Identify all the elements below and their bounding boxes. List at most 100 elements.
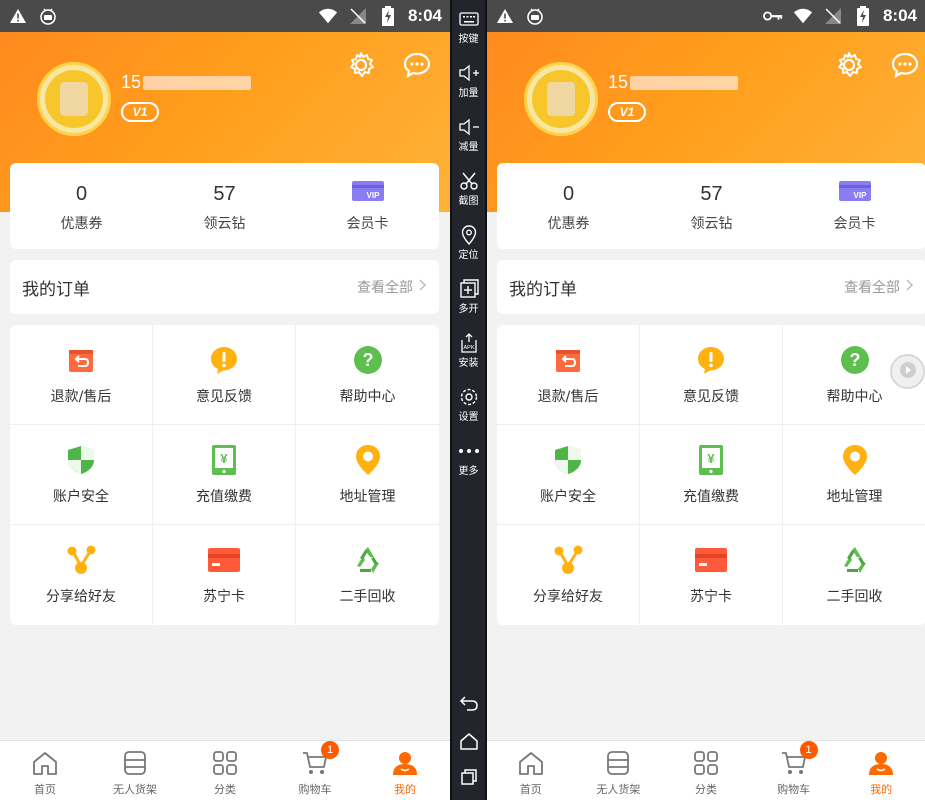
message-icon[interactable] (890, 50, 920, 80)
tab-label: 无人货架 (596, 783, 641, 796)
feedback-icon (695, 344, 727, 376)
tab-cart[interactable]: 1 购物车 (270, 741, 360, 800)
tab-home[interactable]: 首页 (487, 741, 575, 800)
home-icon (517, 749, 545, 777)
cloud-diamond-count: 57 (213, 183, 236, 205)
category-icon (692, 749, 720, 777)
grid-item-share[interactable]: 分享给好友 (497, 525, 640, 625)
tab-category[interactable]: 分类 (180, 741, 270, 800)
floating-play-button[interactable] (890, 354, 925, 389)
message-icon[interactable] (402, 50, 432, 80)
tool-screenshot[interactable]: 截图 (452, 170, 485, 207)
stat-coupons[interactable]: 0 优惠券 (10, 163, 153, 249)
vip-card-icon: VIP (838, 179, 871, 209)
grid-label: 二手回收 (826, 589, 883, 605)
tool-volume-up[interactable]: 加量 (452, 62, 485, 99)
grid-item-recycle[interactable]: 二手回收 (296, 525, 439, 625)
multi-instance-icon (458, 278, 480, 300)
grid-item-account-security[interactable]: 账户安全 (497, 425, 640, 525)
view-all-orders-link[interactable]: 查看全部 (357, 277, 427, 297)
settings-icon[interactable] (834, 50, 864, 80)
settings-icon[interactable] (346, 50, 376, 80)
tab-label: 分类 (214, 783, 236, 796)
no-signal-icon (348, 6, 368, 26)
recharge-icon: ¥ (695, 444, 727, 476)
card-icon (695, 544, 727, 576)
grid-label: 帮助中心 (826, 388, 883, 405)
tool-label: 加量 (458, 88, 479, 99)
tool-label: 截图 (458, 196, 479, 207)
grid-item-address[interactable]: 地址管理 (296, 425, 439, 525)
avatar[interactable] (37, 62, 111, 136)
avatar[interactable] (524, 62, 598, 136)
grid-label: 意见反馈 (196, 388, 252, 405)
tool-location[interactable]: 定位 (452, 224, 485, 261)
avatar-image (547, 82, 575, 116)
grid-item-suning-card[interactable]: 苏宁卡 (153, 525, 296, 625)
grid-label: 苏宁卡 (203, 589, 245, 605)
grid-item-recharge[interactable]: ¥ 充值缴费 (153, 425, 296, 525)
tab-cart[interactable]: 1 购物车 (750, 741, 838, 800)
recharge-icon: ¥ (208, 444, 240, 476)
tab-home[interactable]: 首页 (0, 741, 90, 800)
grid-label: 地址管理 (826, 488, 883, 505)
svg-text:¥: ¥ (220, 451, 228, 466)
tab-profile[interactable]: 我的 (837, 741, 925, 800)
view-all-orders-link[interactable]: 查看全部 (844, 277, 914, 297)
stat-cloud-diamonds[interactable]: 57 领云钻 (640, 163, 783, 249)
svg-text:¥: ¥ (707, 451, 715, 466)
grid-item-share[interactable]: 分享给好友 (10, 525, 153, 625)
home-icon (458, 730, 480, 752)
grid-item-help[interactable]: ? 帮助中心 (296, 325, 439, 425)
phone-number-prefix: 15 (608, 72, 629, 92)
tool-settings[interactable]: 设置 (452, 386, 485, 423)
clock-time: 8:04 (882, 6, 917, 25)
grid-item-feedback[interactable]: 意见反馈 (153, 325, 296, 425)
stat-member-card[interactable]: VIP 会员卡 (783, 163, 925, 249)
grid-item-refund[interactable]: 退款/售后 (10, 325, 153, 425)
tool-home[interactable] (452, 730, 485, 752)
tool-label: 多开 (458, 304, 479, 315)
cloud-diamond-label: 领云钻 (203, 216, 246, 232)
my-orders-row[interactable]: 我的订单 查看全部 (497, 260, 925, 314)
cloud-diamond-count: 57 (700, 183, 723, 205)
stat-coupons[interactable]: 0 优惠券 (497, 163, 640, 249)
tool-label: 安装 (458, 358, 479, 369)
tab-label: 购物车 (777, 783, 811, 796)
grid-item-recharge[interactable]: ¥ 充值缴费 (640, 425, 783, 525)
member-level-badge[interactable]: V1 (608, 102, 646, 122)
stat-member-card[interactable]: VIP 会员卡 (296, 163, 439, 249)
tool-label: 按键 (458, 34, 479, 45)
tool-keymap[interactable]: 按键 (452, 8, 485, 45)
grid-item-address[interactable]: 地址管理 (783, 425, 925, 525)
help-icon: ? (352, 344, 384, 376)
tab-category[interactable]: 分类 (662, 741, 750, 800)
more-icon (458, 440, 480, 462)
tool-more[interactable]: 更多 (452, 440, 485, 477)
wifi-icon (318, 6, 338, 26)
tool-recent-apps[interactable] (452, 766, 485, 788)
bottom-tab-bar: 首页 无人货架 分类 1 购物车 我的 (487, 740, 925, 800)
stat-cloud-diamonds[interactable]: 57 领云钻 (153, 163, 296, 249)
tool-back[interactable] (452, 692, 485, 714)
grid-item-suning-card[interactable]: 苏宁卡 (640, 525, 783, 625)
tool-install-apk[interactable]: APK 安装 (452, 332, 485, 369)
tool-volume-down[interactable]: 减量 (452, 116, 485, 153)
tab-unmanned-shelf[interactable]: 无人货架 (575, 741, 663, 800)
tab-profile[interactable]: 我的 (360, 741, 450, 800)
my-orders-row[interactable]: 我的订单 查看全部 (10, 260, 439, 314)
cart-badge: 1 (321, 741, 339, 759)
member-level-badge[interactable]: V1 (121, 102, 159, 122)
phone-screen-right: 8:04 15 V1 0 优惠券 57 领云钻 VIP 会员卡 我的订单 查看全… (487, 0, 925, 800)
grid-item-refund[interactable]: 退款/售后 (497, 325, 640, 425)
tab-unmanned-shelf[interactable]: 无人货架 (90, 741, 180, 800)
emulator-toolbar: 按键 加量 减量 截图 定位 多开 APK 安装 设置 更多 (450, 0, 487, 800)
tool-multi-instance[interactable]: 多开 (452, 278, 485, 315)
vpn-key-icon (762, 6, 783, 26)
grid-item-recycle[interactable]: 二手回收 (783, 525, 925, 625)
recycle-icon (839, 544, 871, 576)
phone-screen-left: 8:04 15 V1 0 优惠券 57 领云钻 VIP 会员卡 我的订单 查看全… (0, 0, 450, 800)
grid-item-account-security[interactable]: 账户安全 (10, 425, 153, 525)
grid-item-feedback[interactable]: 意见反馈 (640, 325, 783, 425)
grid-label: 分享给好友 (533, 589, 603, 605)
